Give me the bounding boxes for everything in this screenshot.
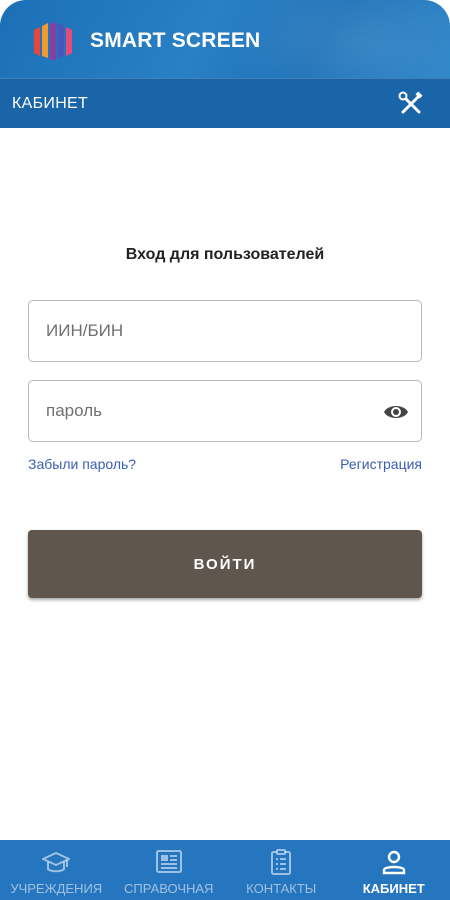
page-title: КАБИНЕТ <box>12 95 89 112</box>
top-nav-bar: КАБИНЕТ <box>0 78 450 128</box>
tab-directory[interactable]: СПРАВОЧНАЯ <box>113 840 226 900</box>
login-button[interactable]: ВОЙТИ <box>28 530 422 598</box>
eye-icon[interactable] <box>383 399 409 425</box>
smart-screen-logo-icon <box>34 23 72 60</box>
clipboard-list-icon <box>271 849 292 875</box>
password-field[interactable] <box>28 380 422 442</box>
forgot-password-link[interactable]: Забыли пароль? <box>28 456 136 472</box>
tab-label: КАБИНЕТ <box>362 881 425 896</box>
brand-header: SMART SCREEN <box>0 0 450 78</box>
tab-cabinet[interactable]: КАБИНЕТ <box>338 840 450 900</box>
app-screen: SMART SCREEN КАБИНЕТ Вход для пользовате… <box>0 0 450 900</box>
bottom-tab-bar: УЧРЕЖДЕНИЯ СПРАВОЧНАЯ КОНТАКТЫ КАБИНЕТ <box>0 840 450 900</box>
newspaper-icon <box>155 850 182 873</box>
registration-link[interactable]: Регистрация <box>340 456 422 472</box>
tab-label: УЧРЕЖДЕНИЯ <box>10 881 103 896</box>
iin-bin-field[interactable] <box>28 300 422 362</box>
graduation-cap-icon <box>42 852 71 873</box>
tab-contacts[interactable]: КОНТАКТЫ <box>225 840 338 900</box>
app-name: SMART SCREEN <box>90 29 261 52</box>
iin-bin-input[interactable] <box>46 301 376 361</box>
wrench-screwdriver-icon[interactable] <box>398 91 424 117</box>
user-icon <box>382 850 405 875</box>
tab-label: КОНТАКТЫ <box>246 881 317 896</box>
tab-label: СПРАВОЧНАЯ <box>124 881 214 896</box>
tab-institutions[interactable]: УЧРЕЖДЕНИЯ <box>0 840 113 900</box>
password-input[interactable] <box>46 381 376 441</box>
login-heading: Вход для пользователей <box>125 246 325 263</box>
